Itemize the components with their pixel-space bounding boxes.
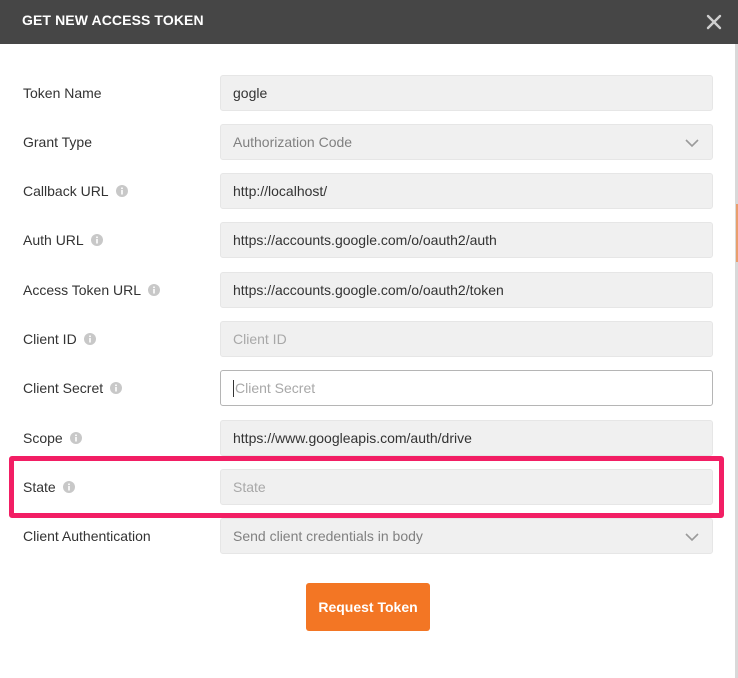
client-authentication-row: Client Authentication Send client creden… <box>0 518 738 554</box>
auth-url-label-text: Auth URL <box>23 232 84 248</box>
access-token-url-input[interactable]: https://accounts.google.com/o/oauth2/tok… <box>220 272 713 308</box>
info-icon[interactable] <box>115 185 128 197</box>
get-new-access-token-dialog: GET NEW ACCESS TOKEN Token Name gogle Gr… <box>0 0 738 678</box>
token-name-label-text: Token Name <box>23 85 102 101</box>
grant-type-select[interactable]: Authorization Code <box>220 124 713 160</box>
dialog-header: GET NEW ACCESS TOKEN <box>0 0 738 44</box>
auth-url-input[interactable]: https://accounts.google.com/o/oauth2/aut… <box>220 222 713 258</box>
info-icon[interactable] <box>110 382 123 394</box>
scope-label: Scope <box>23 430 82 446</box>
client-id-input[interactable]: Client ID <box>220 321 713 357</box>
info-icon[interactable] <box>90 234 103 246</box>
client-id-label-text: Client ID <box>23 331 77 347</box>
state-highlight-box <box>9 456 724 518</box>
close-icon[interactable] <box>702 10 726 34</box>
scope-row: Scope https://www.googleapis.com/auth/dr… <box>0 420 738 456</box>
client-secret-label-text: Client Secret <box>23 380 104 396</box>
token-name-label: Token Name <box>23 85 102 101</box>
client-authentication-select[interactable]: Send client credentials in body <box>220 518 713 554</box>
info-icon[interactable] <box>69 432 82 444</box>
grant-type-row: Grant Type Authorization Code <box>0 124 738 160</box>
client-authentication-label: Client Authentication <box>23 528 151 544</box>
scope-label-text: Scope <box>23 430 63 446</box>
scope-input[interactable]: https://www.googleapis.com/auth/drive <box>220 420 713 456</box>
request-token-button[interactable]: Request Token <box>306 583 430 631</box>
chevron-down-icon <box>685 139 699 148</box>
client-secret-label: Client Secret <box>23 380 123 396</box>
client-authentication-value: Send client credentials in body <box>233 528 423 544</box>
grant-type-label: Grant Type <box>23 134 92 150</box>
client-secret-row: Client Secret Client Secret <box>0 370 738 406</box>
info-icon[interactable] <box>83 333 96 345</box>
access-token-url-label-text: Access Token URL <box>23 282 142 298</box>
callback-url-label: Callback URL <box>23 183 128 199</box>
grant-type-value: Authorization Code <box>233 134 353 150</box>
client-secret-placeholder: Client Secret <box>235 380 316 396</box>
auth-url-value: https://accounts.google.com/o/oauth2/aut… <box>233 232 497 248</box>
text-caret <box>233 379 234 397</box>
client-id-placeholder: Client ID <box>233 331 287 347</box>
client-secret-input[interactable]: Client Secret <box>220 370 713 406</box>
callback-url-label-text: Callback URL <box>23 183 109 199</box>
auth-url-row: Auth URL https://accounts.google.com/o/o… <box>0 222 738 258</box>
callback-url-row: Callback URL http://localhost/ <box>0 173 738 209</box>
dialog-title: GET NEW ACCESS TOKEN <box>22 12 204 28</box>
info-icon[interactable] <box>148 284 161 296</box>
chevron-down-icon <box>685 533 699 542</box>
token-name-row: Token Name gogle <box>0 75 738 111</box>
token-name-input[interactable]: gogle <box>220 75 713 111</box>
callback-url-value: http://localhost/ <box>233 183 328 199</box>
grant-type-label-text: Grant Type <box>23 134 93 150</box>
client-id-label: Client ID <box>23 331 96 347</box>
auth-url-label: Auth URL <box>23 232 103 248</box>
callback-url-input[interactable]: http://localhost/ <box>220 173 713 209</box>
client-authentication-label-text: Client Authentication <box>23 528 151 544</box>
token-name-value: gogle <box>233 85 268 101</box>
access-token-url-value: https://accounts.google.com/o/oauth2/tok… <box>233 282 504 298</box>
access-token-url-label: Access Token URL <box>23 282 161 298</box>
client-id-row: Client ID Client ID <box>0 321 738 357</box>
access-token-url-row: Access Token URL https://accounts.google… <box>0 272 738 308</box>
scope-value: https://www.googleapis.com/auth/drive <box>233 430 472 446</box>
